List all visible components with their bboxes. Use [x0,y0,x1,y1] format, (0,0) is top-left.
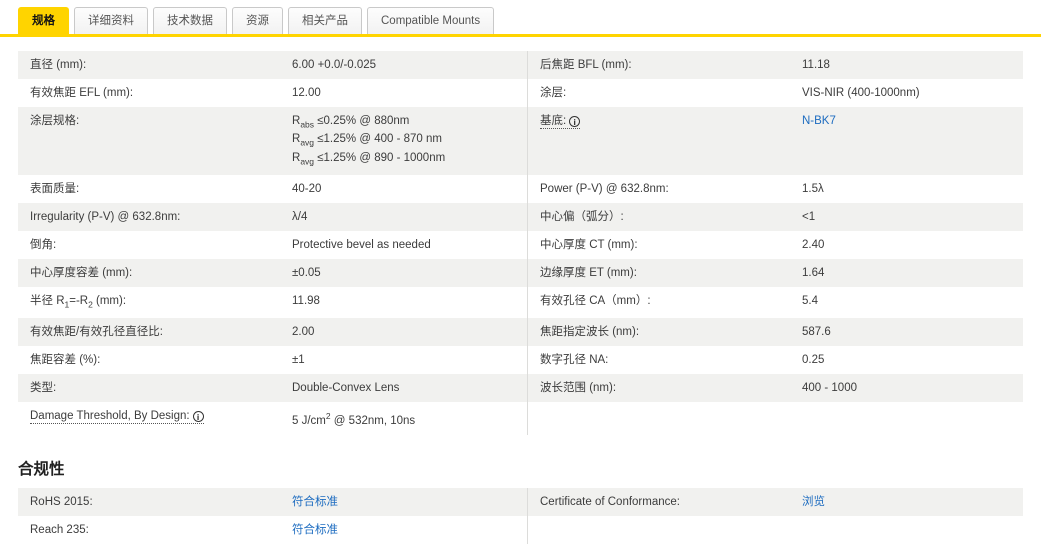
spec-label: 中心厚度容差 (mm): [30,266,133,279]
spec-label: 焦距指定波长 (nm): [527,318,790,347]
spec-value: 1.64 [802,266,825,279]
spec-value-coating: Rabs ≤0.25% @ 880nm Ravg ≤1.25% @ 400 - … [292,115,446,166]
spec-label: 后焦距 BFL (mm): [527,51,790,79]
spec-label: 涂层: [527,79,790,107]
spec-value: ±1 [292,354,305,367]
spec-row-radius: 半径 R1=-R2 (mm): 11.98 有效孔径 CA（mm）: 5.4 [18,286,1023,319]
compliance-table: RoHS 2015: 符合标准 Certificate of Conforman… [18,488,1023,544]
spec-label-empty [527,402,790,436]
spec-value: 400 - 1000 [802,382,857,395]
spec-value: 40-20 [292,182,322,195]
certificate-link[interactable]: 浏览 [802,496,825,508]
spec-row: 表面质量: 40-20 Power (P-V) @ 632.8nm: 1.5λ [18,174,1023,203]
spec-value: Double-Convex Lens [292,382,400,395]
spec-label: 中心偏（弧分）: [527,202,790,231]
spec-row-damage: Damage Threshold, By Design: i 5 J/cm2 @ … [18,402,1023,436]
spec-row: 有效焦距/有效孔径直径比: 2.00 焦距指定波长 (nm): 587.6 [18,318,1023,347]
spec-label-damage: Damage Threshold, By Design: i [18,402,280,435]
tab-bar: 规格 详细资料 技术数据 资源 相关产品 Compatible Mounts [0,0,1041,37]
spec-value: 587.6 [802,326,831,339]
tab-compatible-mounts[interactable]: Compatible Mounts [367,7,495,34]
spec-value: 6.00 +0.0/-0.025 [292,59,377,71]
tab-related-products[interactable]: 相关产品 [288,7,362,34]
rohs-link[interactable]: 符合标准 [292,496,338,508]
spec-label: 类型: [30,382,57,395]
compliance-label: RoHS 2015: [30,496,93,509]
spec-label: 波长范围 (nm): [527,374,790,403]
info-icon[interactable]: i [192,411,204,423]
spec-value: 2.00 [292,326,315,339]
spec-row: 有效焦距 EFL (mm): 12.00 涂层: VIS-NIR (400-10… [18,79,1023,107]
spec-value: 2.40 [802,238,825,251]
tab-specs[interactable]: 规格 [18,7,69,34]
compliance-value: 符合标准 [280,516,527,544]
spec-label: Irregularity (P-V) @ 632.8nm: [30,210,181,223]
spec-value: 11.98 [292,294,320,307]
spec-value: N-BK7 [790,107,1023,175]
spec-label-radius: 半径 R1=-R2 (mm): [30,294,127,310]
spec-value: ±0.05 [292,266,321,279]
spec-label-substrate: 基底: i [527,107,790,175]
substrate-link[interactable]: N-BK7 [802,115,836,127]
spec-row: 直径 (mm): 6.00 +0.0/-0.025 后焦距 BFL (mm): … [18,51,1023,79]
info-icon[interactable]: i [569,116,581,127]
spec-value: λ/4 [292,210,308,223]
spec-label: 涂层规格: [30,115,80,127]
spec-label: Power (P-V) @ 632.8nm: [527,174,790,203]
substrate-tooltip-label[interactable]: 基底: i [540,115,581,129]
spec-value-damage: 5 J/cm2 @ 532nm, 10ns [292,411,416,428]
tab-technical-data[interactable]: 技术数据 [153,7,227,34]
spec-label: 焦距容差 (%): [30,354,101,367]
spec-row: Irregularity (P-V) @ 632.8nm: λ/4 中心偏（弧分… [18,202,1023,231]
compliance-row: RoHS 2015: 符合标准 Certificate of Conforman… [18,488,1023,517]
spec-label: 表面质量: [30,182,80,195]
compliance-label-empty [527,516,790,544]
spec-value: 0.25 [802,354,825,367]
spec-value: VIS-NIR (400-1000nm) [802,87,920,99]
compliance-value: 符合标准 [280,488,527,516]
compliance-row: Reach 235: 符合标准 [18,516,1023,544]
spec-row: 焦距容差 (%): ±1 数字孔径 NA: 0.25 [18,346,1023,375]
tab-details[interactable]: 详细资料 [74,7,148,34]
spec-row: 类型: Double-Convex Lens 波长范围 (nm): 400 - … [18,374,1023,403]
spec-label: 直径 (mm): [30,59,87,71]
spec-label: 倒角: [30,238,57,251]
spec-value: 1.5λ [802,182,824,195]
spec-label: 有效孔径 CA（mm）: [527,286,790,319]
spec-value: 11.18 [802,59,830,71]
spec-label: 中心厚度 CT (mm): [527,230,790,259]
compliance-heading: 合规性 [18,461,65,479]
compliance-label: Certificate of Conformance: [527,488,790,517]
spec-table: 直径 (mm): 6.00 +0.0/-0.025 后焦距 BFL (mm): … [18,51,1023,436]
spec-value: Protective bevel as needed [292,238,431,251]
reach-link[interactable]: 符合标准 [292,524,338,536]
spec-row: 倒角: Protective bevel as needed 中心厚度 CT (… [18,230,1023,259]
compliance-label: Reach 235: [30,524,89,537]
spec-value: 12.00 [292,87,321,99]
compliance-value: 浏览 [790,488,1023,516]
spec-row: 中心厚度容差 (mm): ±0.05 边缘厚度 ET (mm): 1.64 [18,258,1023,287]
spec-row-coating: 涂层规格: Rabs ≤0.25% @ 880nm Ravg ≤1.25% @ … [18,107,1023,175]
tab-resources[interactable]: 资源 [232,7,283,34]
spec-value: <1 [802,210,816,223]
spec-label: 有效焦距/有效孔径直径比: [30,326,163,339]
spec-value-empty [790,402,1023,435]
damage-tooltip-label[interactable]: Damage Threshold, By Design: i [30,410,204,425]
spec-label: 有效焦距 EFL (mm): [30,87,134,99]
compliance-value-empty [790,516,1023,544]
spec-label: 数字孔径 NA: [527,346,790,375]
spec-value: 5.4 [802,294,818,307]
tab-accent-underline [0,34,1041,37]
spec-label: 边缘厚度 ET (mm): [527,258,790,287]
